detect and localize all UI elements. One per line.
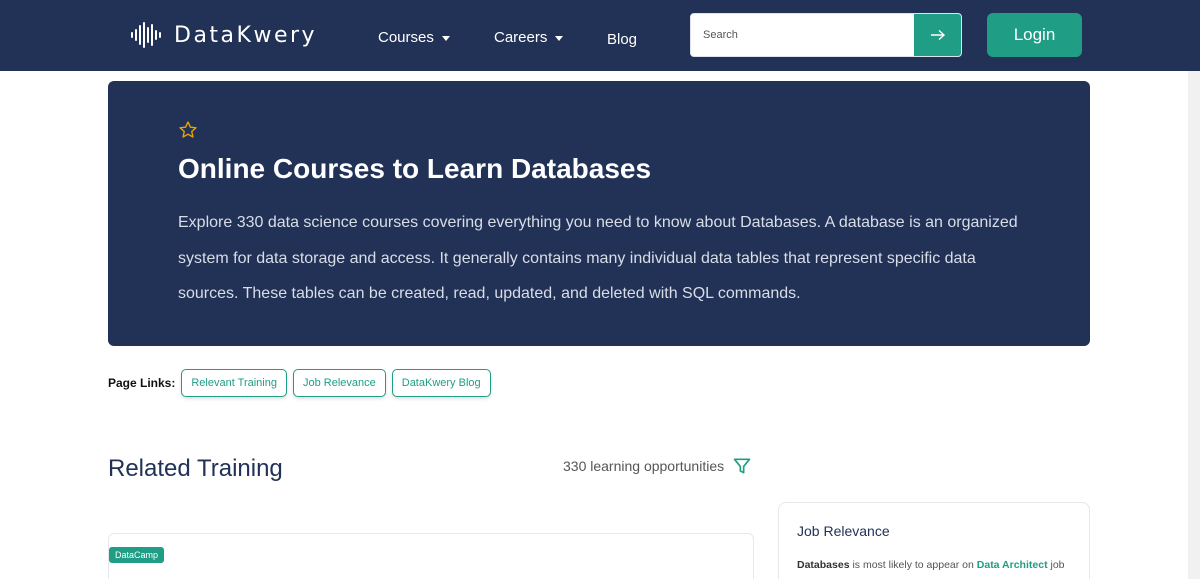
soundwave-logo-icon	[131, 22, 161, 48]
top-navbar: DataKwery Courses Careers Blog Login	[0, 0, 1200, 71]
search-input[interactable]	[691, 14, 915, 56]
nav-blog[interactable]: Blog	[607, 31, 637, 48]
nav-courses[interactable]: Courses	[378, 29, 450, 46]
nav-blog-label: Blog	[607, 31, 638, 48]
hero-description: Explore 330 data science courses coverin…	[178, 214, 1018, 302]
related-training-heading: Related Training	[108, 455, 283, 482]
nav-careers[interactable]: Careers	[494, 29, 564, 46]
brand-logo[interactable]: DataKwery	[130, 20, 317, 50]
job-text-middle: is most likely to appear on	[849, 559, 977, 571]
page-link-job-relevance[interactable]: Job Relevance	[292, 369, 386, 397]
page-link-datakwery-blog[interactable]: DataKwery Blog	[391, 369, 491, 397]
job-subject: Databases	[797, 559, 850, 571]
page-links: Page Links: Relevant Training Job Releva…	[108, 369, 491, 397]
page-link-relevant-training[interactable]: Relevant Training	[181, 369, 287, 397]
search-submit-button[interactable]	[914, 14, 961, 56]
learning-opportunities-count: 330 learning opportunities	[563, 456, 752, 476]
job-role-link[interactable]: Data Architect	[977, 559, 1048, 571]
filter-icon[interactable]	[732, 456, 752, 476]
job-relevance-text: Databases is most likely to appear on Da…	[797, 559, 1065, 571]
page-title: Online Courses to Learn Databases	[178, 153, 652, 184]
job-relevance-title: Job Relevance	[797, 523, 890, 539]
opportunities-text: 330 learning opportunities	[563, 458, 725, 474]
caret-down-icon	[555, 35, 564, 41]
login-button[interactable]: Login	[987, 13, 1082, 57]
star-outline-icon[interactable]	[178, 120, 198, 140]
caret-down-icon	[441, 35, 450, 41]
page-scrollbar[interactable]	[1188, 71, 1200, 579]
job-relevance-card: Job Relevance Databases is most likely t…	[778, 502, 1090, 579]
nav-careers-label: Careers	[494, 29, 548, 46]
course-card[interactable]: DataCamp	[108, 533, 754, 579]
nav-courses-label: Courses	[378, 29, 434, 46]
brand-name: DataKwery	[174, 22, 318, 48]
arrow-right-icon	[930, 29, 945, 41]
page-links-label: Page Links:	[108, 376, 176, 390]
hero-banner: Online Courses to Learn Databases Explor…	[108, 81, 1090, 346]
provider-badge: DataCamp	[109, 547, 165, 563]
job-text-tail: job	[1047, 559, 1065, 571]
search-box	[690, 13, 962, 57]
